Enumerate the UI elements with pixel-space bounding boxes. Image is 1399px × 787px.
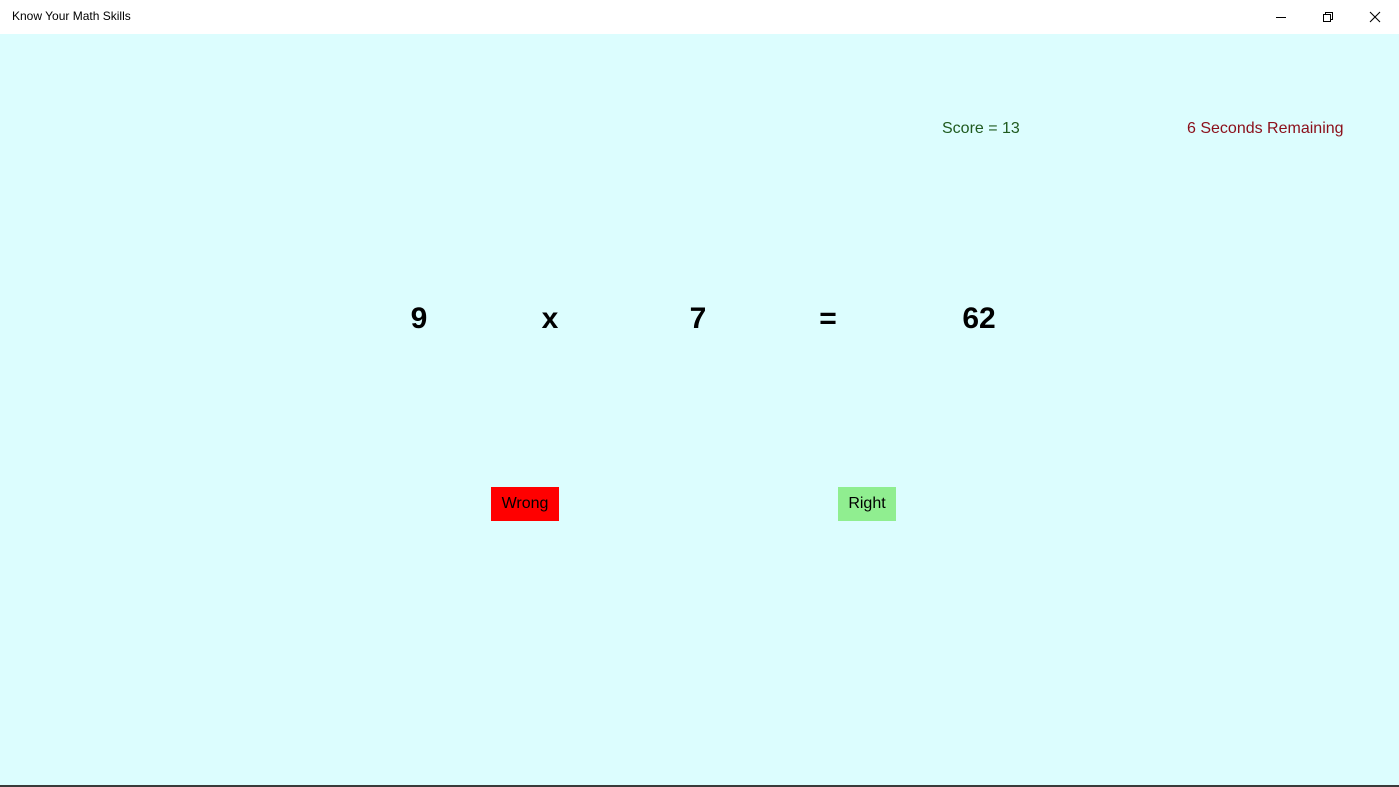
window-title: Know Your Math Skills (12, 9, 131, 23)
score-display: Score = 13 (942, 120, 1020, 137)
proposed-result: 62 (962, 302, 996, 335)
second-operand: 7 (689, 302, 707, 335)
restore-button[interactable] (1305, 0, 1351, 34)
close-icon (1369, 11, 1381, 23)
equals-sign: = (819, 302, 837, 335)
minimize-icon (1276, 17, 1286, 18)
restore-icon (1323, 12, 1333, 22)
wrong-button[interactable]: Wrong (491, 487, 559, 521)
title-bar[interactable]: Know Your Math Skills (0, 0, 1399, 34)
first-operand: 9 (410, 302, 428, 335)
close-button[interactable] (1352, 0, 1398, 34)
game-area: Score = 13 6 Seconds Remaining 9 x 7 = 6… (0, 34, 1399, 785)
app-window: Know Your Math Skills Score = 13 6 Secon… (0, 0, 1399, 787)
right-button[interactable]: Right (838, 487, 896, 521)
operator-sign: x (541, 302, 559, 335)
timer-display: 6 Seconds Remaining (1187, 120, 1344, 137)
minimize-button[interactable] (1258, 0, 1304, 34)
